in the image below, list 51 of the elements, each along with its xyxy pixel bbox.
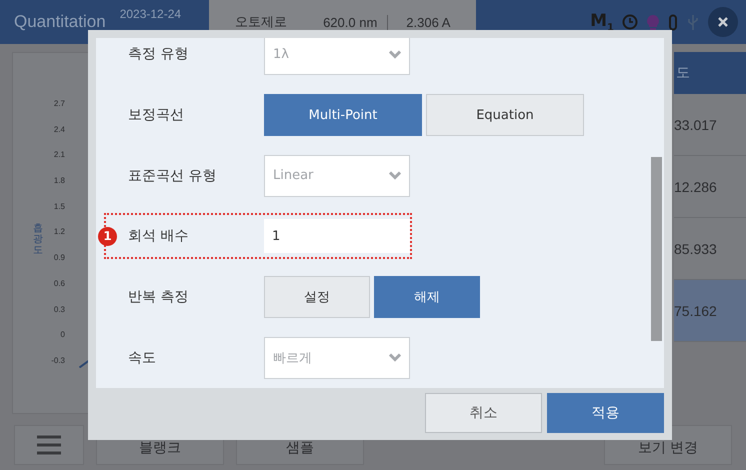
y-tick-label: 2.4 [54,124,65,136]
lightbulb-icon[interactable] [646,14,660,30]
toggle-option[interactable]: 설정 [264,276,370,318]
scrollbar[interactable] [651,157,662,341]
chevron-down-icon [389,353,401,362]
status-text: 2.306 A [405,14,452,30]
column-header: 도 [674,52,746,94]
callout-badge: 1 [98,226,117,246]
toggle-option[interactable]: Multi-Point [264,94,422,136]
app-title: Quantitation [14,12,106,32]
table-row[interactable]: 12.286 [674,156,746,218]
y-tick-label: -0.3 [51,356,65,367]
dropdown[interactable]: 1λ [264,38,410,76]
dropdown[interactable]: 빠르게 [264,336,410,379]
field-label: 반복 측정 [128,288,190,306]
y-tick-label: 1.5 [54,202,65,213]
close-icon [717,16,729,28]
menu-icon [36,435,62,455]
y-tick-label: 0.9 [54,253,65,264]
y-tick-label: 1.8 [54,176,65,188]
status-text: 오토제로 [234,13,288,31]
toggle-option[interactable]: 해제 [374,276,480,318]
table-row[interactable]: 85.933 [674,218,746,280]
menu-button[interactable] [14,425,84,465]
y-tick-label: 2.1 [54,150,65,162]
field-label: 속도 [128,348,157,367]
y-tick-label: 0.3 [54,304,65,316]
chevron-down-icon [389,50,401,59]
field-label: 표준곡선 유형 [128,166,218,185]
field-label: 보정곡선 [128,106,185,124]
field-label: 측정 유형 [128,45,190,64]
table-row[interactable]: 33.017 [674,94,746,156]
date-text: 2023-12-24 [120,7,182,21]
y-tick-label: 2.7 [54,99,65,110]
y-tick-label: 0 [60,330,65,342]
close-button[interactable] [708,7,738,37]
cancel-button[interactable]: 취소 [425,393,542,433]
curve-line [79,359,91,368]
clock-icon[interactable] [622,14,638,30]
y-tick-label: 0.6 [54,278,65,290]
usb-icon[interactable] [686,14,700,30]
chevron-down-icon [389,171,401,180]
y-axis-label: 흡광도 [33,223,43,258]
input-field[interactable]: 1 [264,219,410,254]
table-row[interactable]: 75.162 [674,280,746,342]
toggle-option[interactable]: Equation [426,94,584,136]
dropdown[interactable]: Linear [264,154,410,197]
apply-button[interactable]: 적용 [547,393,664,433]
link-icon[interactable] [668,14,678,30]
field-label: 회석 배수 [128,227,190,246]
y-tick-label: 1.2 [54,227,65,238]
